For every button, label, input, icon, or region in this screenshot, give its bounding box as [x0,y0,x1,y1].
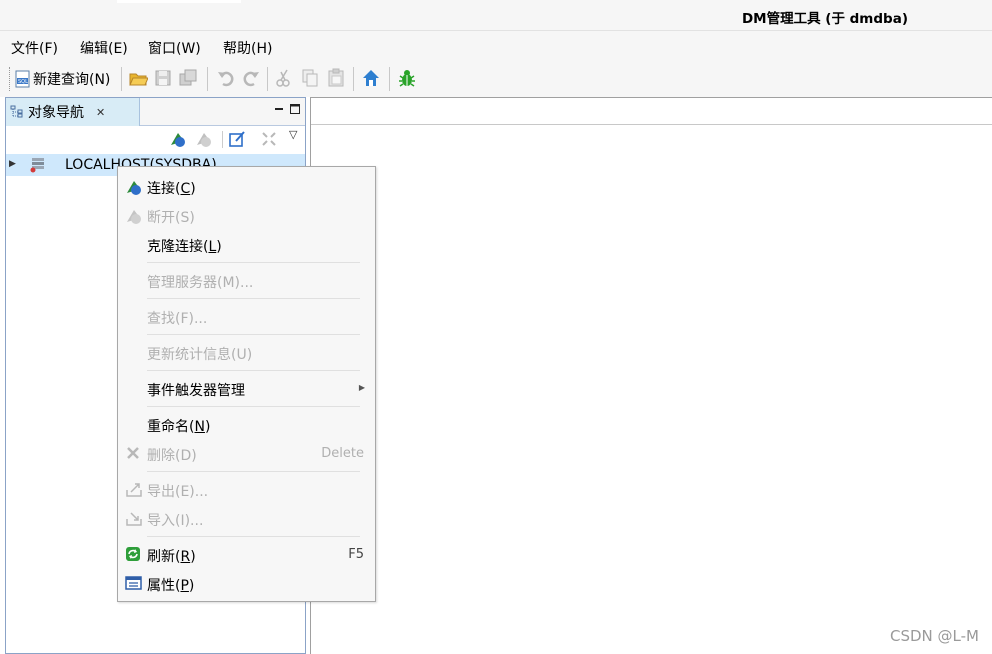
menu-separator [147,262,360,263]
refresh-icon [126,547,140,561]
menu-help[interactable]: 帮助(H) [223,38,272,58]
menu-item-accelerator: Delete [321,446,364,461]
copy-icon[interactable] [300,68,320,88]
new-query-label: 新建查询(N) [33,72,111,88]
menu-item-label: 克隆连接 [147,239,203,255]
title-tab-highlight [117,0,241,3]
menu-edit[interactable]: 编辑(E) [80,38,128,58]
edit-icon[interactable] [228,130,246,148]
menu-item-properties[interactable]: 属性(P) [118,570,375,598]
menu-item-label: 断开(S) [147,210,195,226]
menu-item-label: 删除(D) [147,448,197,464]
database-server-icon [30,158,44,173]
menu-item-label: 属性 [147,578,175,594]
menu-item-manage-server[interactable]: 管理服务器(M)... [118,267,375,295]
menu-item-label: 事件触发器管理 [147,383,245,399]
menu-item-export[interactable]: 导出(E)... [118,476,375,504]
menu-file[interactable]: 文件(F) [11,38,58,58]
collapse-all-icon[interactable] [261,131,277,147]
menu-item-refresh[interactable]: 刷新(R) F5 [118,541,375,569]
view-menu-chevron-down-icon[interactable]: ▽ [289,128,297,141]
tab-label: 对象导航 [28,105,84,121]
navigator-toolbar: ▽ [6,126,305,153]
toolbar-separator [207,67,208,91]
menu-item-clone-connection[interactable]: 克隆连接(L) [118,231,375,259]
toolbar-separator [267,67,268,91]
maximize-icon[interactable] [290,104,300,114]
tab-object-navigator[interactable]: 对象导航 ✕ [6,98,140,126]
expand-arrow-icon[interactable]: ▶ [9,159,16,169]
menu-separator [147,370,360,371]
toolbar-grip [9,67,11,91]
new-query-icon: SQL [15,70,30,88]
menu-separator [147,298,360,299]
menu-item-import[interactable]: 导入(I)... [118,505,375,533]
menu-item-rename[interactable]: 重命名(N) [118,411,375,439]
delete-icon [127,447,139,459]
new-query-button[interactable]: SQL 新建查询(N) [15,68,110,90]
menu-item-find[interactable]: 查找(F)... [118,303,375,331]
mnemonic: R [180,549,191,565]
menu-item-event-trigger[interactable]: 事件触发器管理 ▶ [118,375,375,403]
menu-item-label: 管理服务器(M)... [147,275,254,291]
close-icon[interactable]: ✕ [96,106,105,119]
redo-icon[interactable] [241,68,261,88]
menu-separator [147,471,360,472]
menu-item-delete[interactable]: 删除(D) Delete [118,440,375,468]
editor-area [310,97,992,654]
menu-window[interactable]: 窗口(W) [148,38,201,58]
paste-icon[interactable] [326,68,346,88]
submenu-arrow-icon: ▶ [358,383,365,392]
save-all-icon[interactable] [178,68,198,88]
toolbar-separator [222,131,223,148]
menu-item-label: 重命名 [147,419,189,435]
connect-icon[interactable] [169,130,187,148]
editor-tab-header [311,98,992,125]
main-toolbar: SQL 新建查询(N) [0,61,992,97]
export-icon [126,483,142,497]
svg-text:SQL: SQL [18,79,28,85]
menu-separator [147,536,360,537]
menu-item-disconnect[interactable]: 断开(S) [118,202,375,230]
menu-item-accelerator: F5 [348,547,364,562]
open-folder-icon[interactable] [128,68,148,88]
minimize-icon[interactable] [274,104,284,114]
navigator-icon [10,105,23,118]
menu-bar: 文件(F) 编辑(E) 窗口(W) 帮助(H) [0,31,992,61]
mnemonic: C [180,181,191,197]
menu-item-label: 查找(F)... [147,311,208,327]
menu-item-label: 更新统计信息(U) [147,347,253,363]
undo-icon[interactable] [216,68,236,88]
mnemonic: L [208,239,217,255]
menu-item-connect[interactable]: 连接(C) [118,173,375,201]
debug-icon[interactable] [397,68,417,88]
save-icon[interactable] [153,68,173,88]
menu-separator [147,406,360,407]
properties-icon [125,576,142,590]
menu-separator [147,334,360,335]
disconnect-icon[interactable] [195,130,213,148]
home-icon[interactable] [361,68,381,88]
mnemonic: P [180,578,189,594]
toolbar-separator [121,67,122,91]
navigator-tab-row: 对象导航 ✕ [6,98,305,126]
menu-item-label: 连接 [147,181,175,197]
toolbar-separator [353,67,354,91]
menu-item-update-statistics[interactable]: 更新统计信息(U) [118,339,375,367]
cut-icon[interactable] [274,68,294,88]
menu-item-label: 导出(E)... [147,484,209,500]
menu-item-label: 刷新 [147,549,175,565]
window-title: DM管理工具 (于 dmdba) [741,11,908,27]
mnemonic: N [194,419,205,435]
menu-item-label: 导入(I)... [147,513,204,529]
import-icon [126,512,142,526]
title-bar: DM管理工具 (于 dmdba) [0,0,992,31]
toolbar-separator [389,67,390,91]
disconnect-icon [127,210,141,224]
context-menu: 连接(C) 断开(S) 克隆连接(L) 管理服务器(M)... 查找(F)...… [117,166,376,602]
connect-icon [127,181,141,195]
watermark: CSDN @L-M [890,627,979,645]
